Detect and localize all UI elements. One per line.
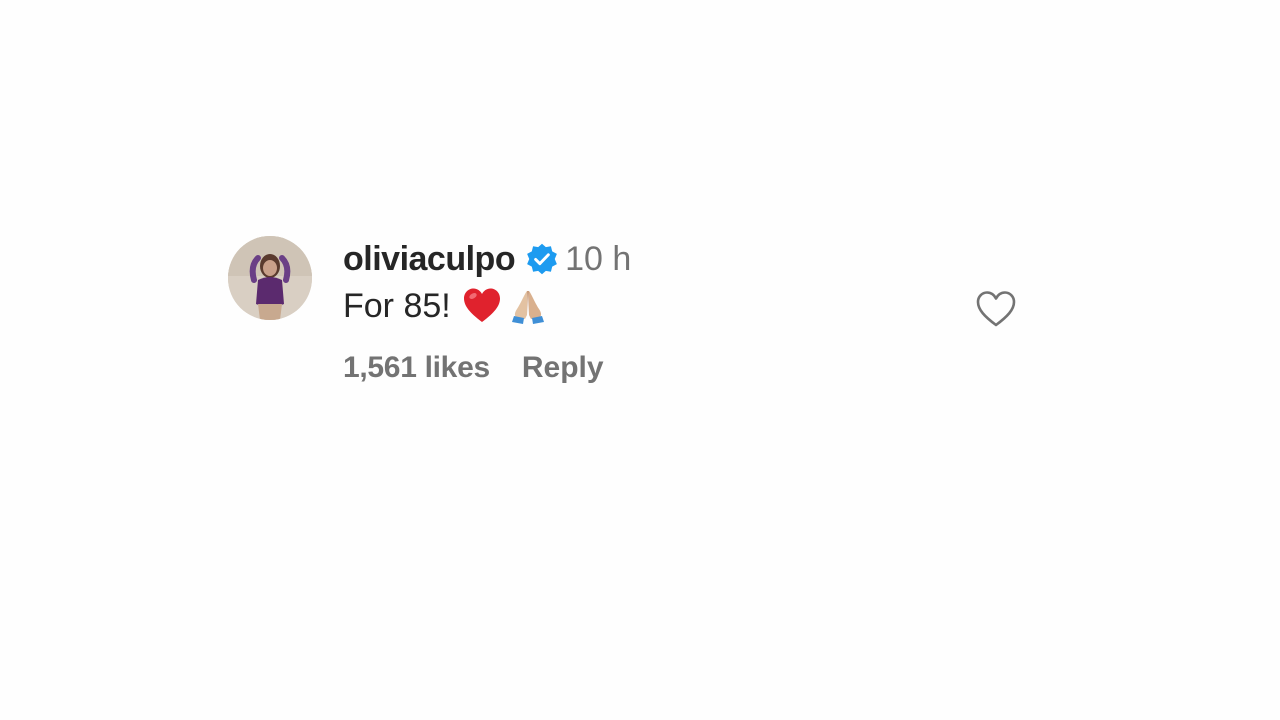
red-heart-emoji-icon [461, 285, 503, 327]
comment-actions: 1,561 likes Reply [343, 346, 631, 390]
folded-hands-emoji-icon [507, 285, 549, 327]
comment-item: oliviaculpo 10 h For 85! 1,561 likes Rep… [228, 236, 1028, 396]
comment-timestamp: 10 h [565, 239, 632, 278]
page: oliviaculpo 10 h For 85! 1,561 likes Rep… [0, 0, 1280, 720]
likes-count[interactable]: 1,561 likes [343, 351, 490, 385]
verified-badge-icon [525, 242, 559, 276]
like-heart-icon[interactable] [974, 288, 1018, 330]
comment-content: oliviaculpo 10 h For 85! 1,561 likes Rep… [343, 236, 631, 390]
comment-text: For 85! [343, 286, 451, 325]
avatar[interactable] [228, 236, 312, 320]
reply-button[interactable]: Reply [522, 351, 604, 385]
comment-body: For 85! [343, 282, 631, 330]
comment-header: oliviaculpo 10 h [343, 236, 631, 282]
username[interactable]: oliviaculpo [343, 240, 516, 279]
avatar-image [228, 236, 312, 320]
